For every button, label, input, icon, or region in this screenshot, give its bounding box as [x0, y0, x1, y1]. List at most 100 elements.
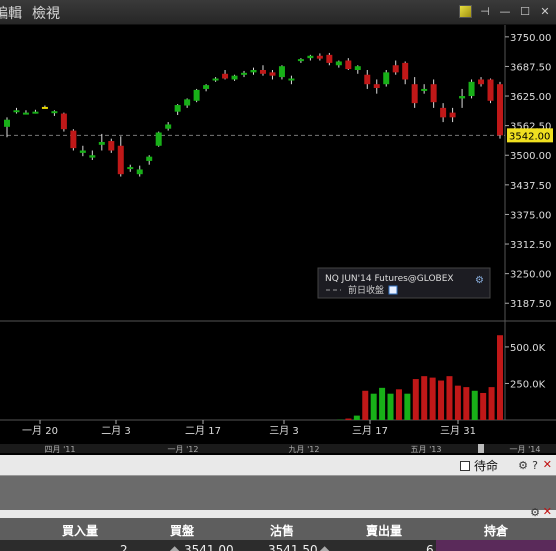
volume-bar	[438, 380, 445, 420]
menu-edit[interactable]: 編輯	[0, 3, 22, 23]
help-icon[interactable]: ?	[532, 459, 538, 472]
price-tick-label: 3312.50	[510, 240, 551, 251]
orders-toolbar: 待命 ⚙ ? ✕	[0, 455, 556, 476]
timeline-strip	[0, 444, 556, 453]
price-chart[interactable]: 3750.003687.503625.003562.503500.003437.…	[0, 25, 556, 454]
orderbook-header: 買入量 買盤 沽售 賣出量 持倉	[0, 518, 556, 540]
volume-bar	[446, 376, 453, 420]
x-tick-label: 二月 17	[185, 425, 221, 437]
cell-bid[interactable]: 3541.00	[184, 543, 234, 551]
pending-checkbox[interactable]	[459, 460, 470, 471]
pin-icon[interactable]: ⊣	[478, 4, 492, 18]
candle-body	[449, 112, 456, 118]
candle-body	[411, 84, 418, 104]
candle-body	[259, 69, 266, 74]
header-buy-qty: 買入量	[62, 524, 99, 538]
candle-body	[51, 111, 58, 114]
candle-body	[203, 85, 210, 89]
candle-body	[165, 124, 172, 129]
header-sell-qty: 賣出量	[366, 524, 403, 538]
cube-icon[interactable]	[459, 4, 472, 18]
volume-bar	[404, 393, 411, 420]
candle-body	[70, 130, 77, 149]
timeline-handle	[478, 444, 484, 453]
legend-sub-label: 前日收盤	[348, 284, 384, 296]
candle-body	[288, 78, 295, 81]
candle-body	[459, 96, 466, 99]
candle-body	[250, 69, 257, 73]
settings-icon[interactable]: ⚙	[518, 459, 528, 472]
x-tick-label: 三月 3	[269, 425, 299, 437]
candle-body	[41, 106, 48, 109]
legend-checkbox	[388, 285, 398, 295]
candle-body	[174, 105, 181, 112]
window-controls: ⊣ — ☐ ✕	[459, 4, 552, 18]
candle-body	[22, 112, 29, 115]
candle-body	[316, 55, 323, 59]
bid-arrow-icon: ◆	[170, 543, 180, 551]
timeline-tick-label: 五月 '13	[411, 445, 442, 453]
candle-body	[60, 113, 67, 130]
price-tick-label: 3625.00	[510, 92, 551, 103]
candle-body	[108, 141, 115, 151]
close-icon[interactable]: ✕	[538, 4, 552, 18]
menu-view[interactable]: 檢視	[32, 3, 60, 23]
candle-body	[98, 141, 105, 145]
cell-buy-qty[interactable]: 2	[120, 543, 128, 551]
candle-body	[13, 110, 20, 113]
candle-body	[269, 72, 276, 76]
candle-body	[421, 88, 428, 91]
volume-bar	[488, 387, 495, 420]
candle-body	[241, 72, 248, 75]
price-tick-label: 3750.00	[510, 33, 551, 44]
volume-bar	[362, 390, 369, 420]
volume-bar	[379, 387, 386, 420]
volume-bar	[497, 335, 503, 420]
position-cell[interactable]	[436, 540, 556, 551]
candle-body	[222, 73, 229, 79]
x-tick-label: 一月 20	[22, 425, 58, 437]
x-tick-label: 三月 31	[440, 425, 476, 437]
pending-toggle[interactable]: 待命	[459, 457, 498, 474]
candle-body	[354, 66, 361, 70]
cell-sell-qty[interactable]: 6	[426, 543, 434, 551]
cell-ask[interactable]: 3541.50	[268, 543, 318, 551]
volume-bar	[387, 393, 394, 420]
pending-label: 待命	[473, 459, 498, 473]
minimize-icon[interactable]: —	[498, 4, 512, 18]
volume-bar	[353, 415, 360, 420]
price-tick-label: 3500.00	[510, 151, 551, 162]
candle-body	[392, 65, 399, 73]
volume-bar	[345, 418, 352, 420]
orders-separator: ⚙ ✕	[0, 505, 556, 519]
instrument-label: NQ JUN'14 Futures@GLOBEX	[325, 274, 454, 284]
candle-body	[440, 107, 447, 118]
timeline-tick-label: 九月 '12	[289, 445, 320, 453]
candle-body	[278, 66, 285, 78]
candle-body	[117, 145, 124, 175]
volume-tick-label: 500.0K	[510, 343, 546, 354]
header-ask: 沽售	[270, 524, 295, 538]
candle-body	[127, 167, 134, 170]
candle-body	[326, 54, 333, 63]
close-panel-icon-2[interactable]: ✕	[543, 505, 552, 518]
candle-body	[468, 81, 475, 97]
current-price-label: 3542.00	[509, 131, 550, 142]
price-tick-label: 3250.00	[510, 270, 551, 281]
close-panel-icon[interactable]: ✕	[543, 458, 552, 471]
candle-body	[79, 150, 86, 153]
wrench-icon: ⚙	[475, 275, 484, 286]
timeline-tick-label: 一月 '12	[168, 445, 199, 453]
timeline-tick-label: 四月 '11	[45, 445, 76, 453]
chart-area[interactable]: 3750.00 3687.50 3625.00 3562.50 3500.00 3437.…	[0, 25, 556, 454]
candle-body	[497, 84, 503, 136]
menu-bar: 編輯 檢視 ⊣ — ☐ ✕	[0, 0, 556, 25]
x-tick-label: 二月 3	[101, 425, 131, 437]
orderbook-row[interactable]: 2 ◆ 3541.00 3541.50 ◆ 6	[0, 540, 556, 551]
candle-body	[383, 72, 390, 85]
maximize-icon[interactable]: ☐	[518, 4, 532, 18]
candle-body	[364, 74, 371, 85]
volume-tick-label: 250.0K	[510, 379, 546, 390]
price-tick-label: 3375.00	[510, 210, 551, 221]
candle-body	[155, 132, 162, 146]
